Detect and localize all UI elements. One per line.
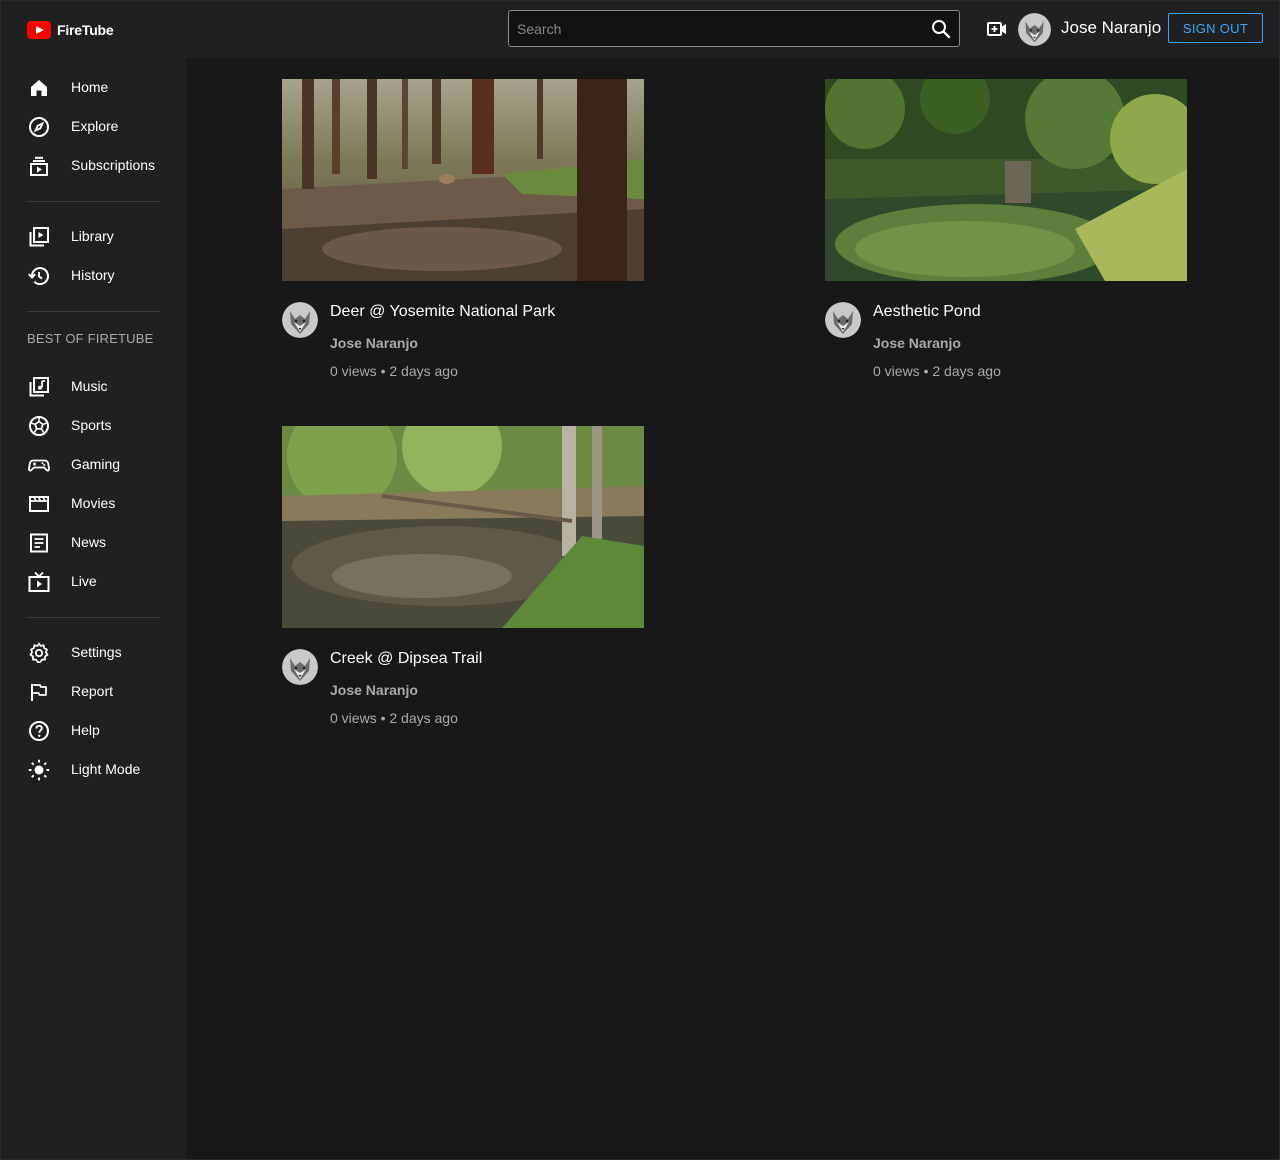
sidebar-item-report[interactable]: Report xyxy=(0,675,186,709)
search-icon[interactable] xyxy=(929,17,953,41)
video-thumbnail[interactable] xyxy=(282,426,644,628)
sidebar-item-explore[interactable]: Explore xyxy=(0,110,186,144)
home-icon xyxy=(27,76,51,100)
sidebar-item-sports[interactable]: Sports xyxy=(0,409,186,443)
channel-name[interactable]: Jose Naranjo xyxy=(873,335,961,351)
sidebar-item-music[interactable]: Music xyxy=(0,370,186,404)
channel-name[interactable]: Jose Naranjo xyxy=(330,682,418,698)
compass-icon xyxy=(27,115,51,139)
section-title-best-of: BEST OF FIRETUBE xyxy=(27,331,154,346)
sidebar-divider xyxy=(27,617,160,618)
music-icon xyxy=(27,375,51,399)
video-title[interactable]: Creek @ Dipsea Trail xyxy=(330,650,482,668)
sidebar-item-light-mode[interactable]: Light Mode xyxy=(0,753,186,787)
library-icon xyxy=(27,225,51,249)
sports-icon xyxy=(27,414,51,438)
sidebar-item-library[interactable]: Library xyxy=(0,220,186,254)
movies-icon xyxy=(27,492,51,516)
sign-out-button[interactable]: SIGN OUT xyxy=(1168,13,1263,43)
gear-icon xyxy=(27,641,51,665)
video-meta: 0 views • 2 days ago xyxy=(330,710,458,726)
flag-icon xyxy=(27,680,51,704)
sidebar-item-label: Subscriptions xyxy=(71,157,156,173)
sidebar-item-settings[interactable]: Settings xyxy=(0,636,186,670)
video-thumbnail[interactable] xyxy=(825,79,1187,281)
sidebar-item-label: Live xyxy=(71,573,97,589)
sidebar-item-label: Settings xyxy=(71,644,122,660)
sidebar-item-home[interactable]: Home xyxy=(0,71,186,105)
gamepad-icon xyxy=(27,453,51,477)
play-logo-icon xyxy=(27,21,51,39)
sidebar-item-movies[interactable]: Movies xyxy=(0,487,186,521)
sidebar-item-help[interactable]: Help xyxy=(0,714,186,748)
help-icon xyxy=(27,719,51,743)
history-icon xyxy=(27,264,51,288)
live-icon xyxy=(27,570,51,594)
sidebar-item-label: Movies xyxy=(71,495,116,511)
sidebar-item-label: Music xyxy=(71,378,108,394)
video-meta: 0 views • 2 days ago xyxy=(330,363,458,379)
sun-icon xyxy=(27,758,51,782)
sidebar-item-gaming[interactable]: Gaming xyxy=(0,448,186,482)
app-name: FireTube xyxy=(57,22,114,38)
channel-avatar[interactable] xyxy=(282,649,318,685)
subscriptions-icon xyxy=(27,154,51,178)
channel-name[interactable]: Jose Naranjo xyxy=(330,335,418,351)
sidebar-divider xyxy=(27,311,160,312)
search-box xyxy=(508,10,960,47)
sidebar: Home Explore Subscriptions Library Histo… xyxy=(0,58,186,1160)
sidebar-item-label: News xyxy=(71,534,107,550)
sidebar-item-live[interactable]: Live xyxy=(0,565,186,599)
channel-avatar[interactable] xyxy=(282,302,318,338)
sidebar-item-label: Home xyxy=(71,79,109,95)
video-thumbnail[interactable] xyxy=(282,79,644,281)
video-title[interactable]: Aesthetic Pond xyxy=(873,303,981,321)
sidebar-item-label: Library xyxy=(71,228,114,244)
app-logo[interactable]: FireTube xyxy=(27,21,114,39)
sidebar-item-label: Report xyxy=(71,683,114,699)
video-title[interactable]: Deer @ Yosemite National Park xyxy=(330,303,555,321)
user-name[interactable]: Jose Naranjo xyxy=(1061,18,1161,38)
sidebar-divider xyxy=(27,201,160,202)
video-meta: 0 views • 2 days ago xyxy=(873,363,1001,379)
top-bar: FireTube Jose Naranjo SIGN OUT xyxy=(0,0,1280,58)
user-avatar[interactable] xyxy=(1018,13,1051,46)
upload-video-icon[interactable] xyxy=(985,17,1009,41)
sidebar-item-label: Gaming xyxy=(71,456,121,472)
search-input[interactable] xyxy=(509,11,919,46)
sidebar-item-history[interactable]: History xyxy=(0,259,186,293)
channel-avatar[interactable] xyxy=(825,302,861,338)
sidebar-item-label: Help xyxy=(71,722,100,738)
sidebar-item-label: Sports xyxy=(71,417,112,433)
sidebar-item-news[interactable]: News xyxy=(0,526,186,560)
sidebar-item-subscriptions[interactable]: Subscriptions xyxy=(0,149,186,183)
news-icon xyxy=(27,531,51,555)
sidebar-item-label: History xyxy=(71,267,115,283)
sidebar-item-label: Light Mode xyxy=(71,761,141,777)
sidebar-item-label: Explore xyxy=(71,118,119,134)
